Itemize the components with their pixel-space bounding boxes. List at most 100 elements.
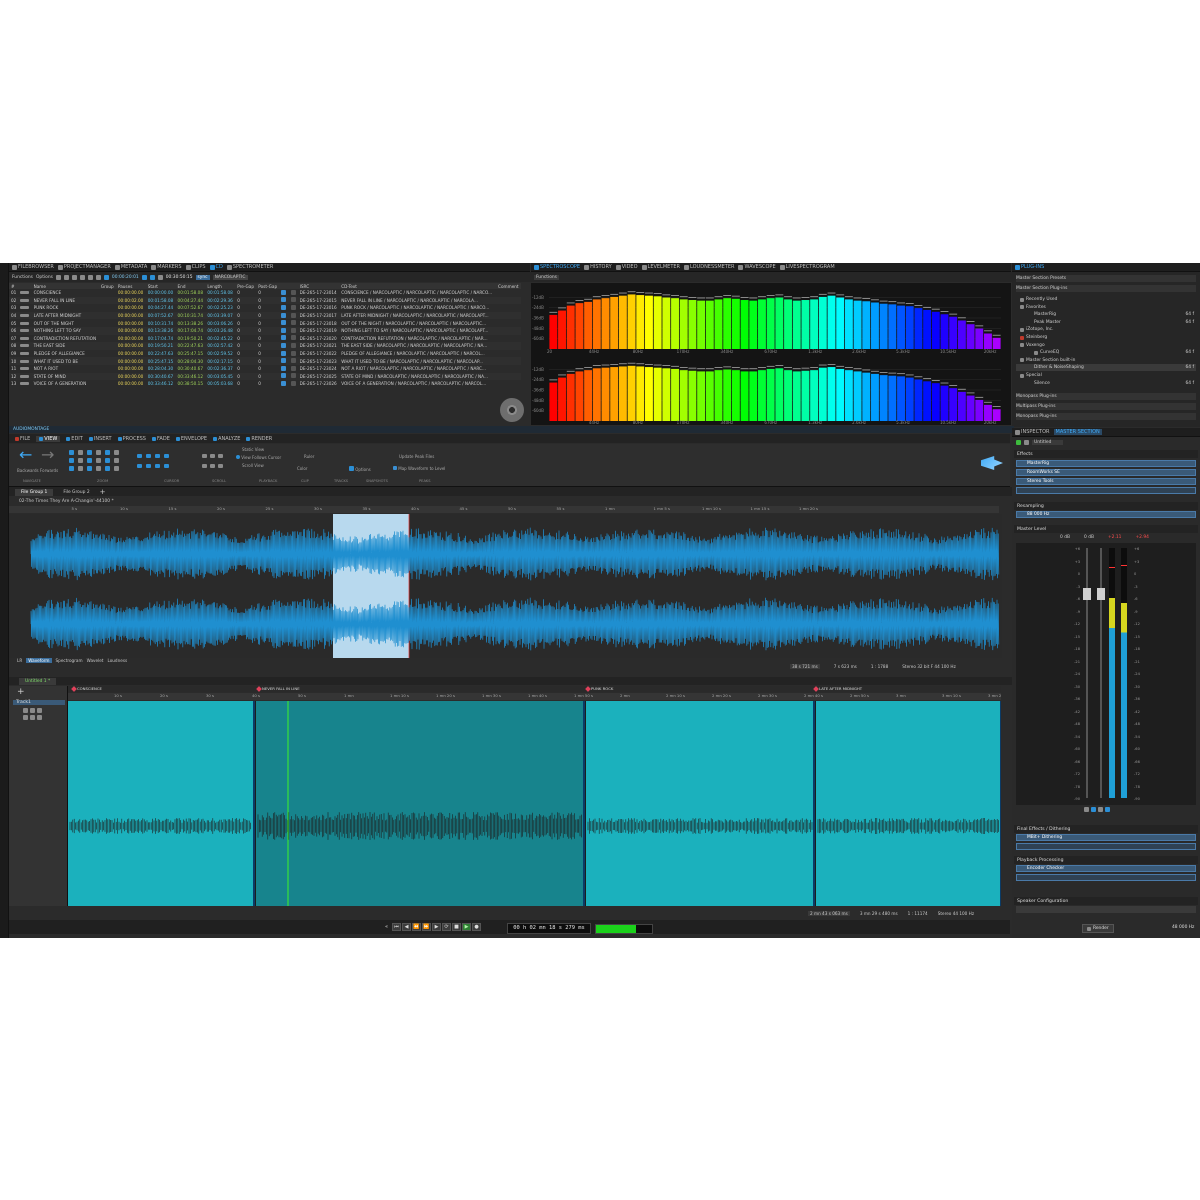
solo-icon[interactable] xyxy=(30,708,35,713)
track-name[interactable]: THE EAST SIDE xyxy=(31,342,99,350)
prev-marker-icon[interactable]: ◀ xyxy=(402,923,411,931)
cd-track-marker[interactable]: PUNK ROCK xyxy=(585,685,613,692)
loop-icon[interactable] xyxy=(157,274,163,280)
gain-right[interactable]: 0 dB xyxy=(1084,535,1094,540)
plugin-tree-item[interactable]: Peak Master 64 f xyxy=(1016,319,1196,326)
copy-protect-icon[interactable] xyxy=(290,297,296,303)
scroll-view-option[interactable]: Scroll View xyxy=(242,463,264,468)
plugin-tree-item[interactable]: Voxengo xyxy=(1016,342,1196,349)
stop-icon[interactable]: ■ xyxy=(452,923,461,931)
cursor-next-icon[interactable] xyxy=(155,454,160,458)
sync-badge[interactable]: sync xyxy=(195,274,210,280)
cd-track-row[interactable]: 01 CONSCIENCE 00:00:00.00 00:00:00.00 00:01:… xyxy=(9,289,521,297)
track-name[interactable]: NOT A RIOT xyxy=(32,365,99,373)
link-icon[interactable] xyxy=(1084,807,1089,812)
play-icon[interactable] xyxy=(103,274,109,280)
ribbon-tab-render[interactable]: RENDER xyxy=(246,436,272,442)
track-name[interactable]: STATE OF MIND xyxy=(31,372,99,381)
tab-levelmeter[interactable]: LEVELMETER xyxy=(641,264,680,270)
go-start-icon[interactable]: ⏮ xyxy=(392,923,401,931)
zoom-sel-icon[interactable] xyxy=(114,458,119,463)
master-section-presets[interactable]: Master Section Presets xyxy=(1016,275,1196,282)
multipass-plugins[interactable]: Multipass Plug-ins xyxy=(1016,403,1196,410)
wave-file-title[interactable]: 02-The Times They Are A-Changin'-44100 * xyxy=(19,499,114,504)
render-button[interactable]: Render xyxy=(1082,924,1114,933)
play-icon[interactable]: ▶ xyxy=(462,923,471,931)
functions-menu[interactable]: Functions xyxy=(12,275,33,280)
options-menu[interactable]: Options xyxy=(36,275,53,280)
cd-track-row[interactable]: 11 NOT A RIOT 00:00:00.00 00:28:04.30 00:30:… xyxy=(9,365,521,373)
zoom-sel-icon[interactable] xyxy=(114,450,119,455)
fast-forward-icon[interactable]: ⏩ xyxy=(422,923,431,931)
copy-protect-icon[interactable] xyxy=(290,380,296,386)
ribbon-tab-fade[interactable]: FADE xyxy=(152,436,170,442)
cursor-next-icon[interactable] xyxy=(155,464,160,468)
checkbox-icon[interactable] xyxy=(281,320,287,326)
zoom-out-icon[interactable] xyxy=(78,450,83,455)
effect-slot-3[interactable]: Stereo Tools xyxy=(1016,478,1196,485)
channel-lr[interactable]: LR xyxy=(17,658,22,663)
transport-time-display[interactable]: 00 h 02 mn 18 s 279 ms xyxy=(507,923,591,934)
track-name[interactable]: WHAT IT USED TO BE xyxy=(31,357,99,365)
copy-protect-icon[interactable] xyxy=(290,358,296,364)
copy-protect-icon[interactable] xyxy=(290,327,296,333)
zoom-in-icon[interactable] xyxy=(69,450,74,455)
zoom-in-icon[interactable] xyxy=(69,466,74,471)
drop-icon[interactable] xyxy=(1105,807,1110,812)
mono-icon[interactable] xyxy=(1091,807,1096,812)
cursor-start-icon[interactable] xyxy=(137,464,142,468)
static-view-option[interactable]: Static View xyxy=(242,447,264,452)
copy-protect-icon[interactable] xyxy=(290,365,296,371)
plugin-tree-item[interactable]: Silence 64 f xyxy=(1016,380,1196,387)
ribbon-tab-view[interactable]: VIEW xyxy=(36,435,61,442)
prev-icon[interactable] xyxy=(141,274,147,280)
scroll-icon[interactable] xyxy=(210,454,215,458)
column-header[interactable]: Group xyxy=(98,283,116,289)
track-name[interactable]: OUT OF THE NIGHT xyxy=(32,319,99,327)
cd-track-row[interactable]: 13 VOICE OF A GENERATION 00:00:00.00 00:33:… xyxy=(9,380,521,388)
tab-plugins[interactable]: PLUG-INS xyxy=(1015,264,1044,270)
cd-add-icon[interactable] xyxy=(55,274,61,280)
zoom-h-icon[interactable] xyxy=(96,450,101,455)
add-group-icon[interactable]: + xyxy=(100,488,106,496)
checkbox-icon[interactable] xyxy=(281,373,287,379)
zoom-in-icon[interactable] xyxy=(69,458,74,463)
cd-track-row[interactable]: 07 CONTRADICTION REFUTATION 00:00:00.00 00:… xyxy=(9,335,521,343)
tab-master-section[interactable]: MASTER SECTION xyxy=(1053,429,1102,435)
tab-wavescope[interactable]: WAVESCOPE xyxy=(738,264,776,270)
zoom-fit-icon[interactable] xyxy=(87,466,92,471)
zoom-h-icon[interactable] xyxy=(96,466,101,471)
ribbon-tab-analyze[interactable]: ANALYZE xyxy=(213,436,240,442)
album-label[interactable]: NARCOLAPTIC xyxy=(212,274,248,280)
tab-cd[interactable]: CD xyxy=(209,264,223,270)
cd-track-row[interactable]: 02 NEVER FALL IN LINE 00:00:02.00 00:01:58.… xyxy=(9,296,521,305)
record-icon[interactable]: ● xyxy=(472,923,481,931)
checkbox-icon[interactable] xyxy=(281,327,287,333)
copy-protect-icon[interactable] xyxy=(290,289,296,295)
cd-track-row[interactable]: 05 OUT OF THE NIGHT 00:00:00.00 00:10:31.74… xyxy=(9,319,521,327)
cursor-prev-icon[interactable] xyxy=(146,454,151,458)
checkbox-icon[interactable] xyxy=(281,342,287,348)
mute-icon[interactable] xyxy=(23,708,28,713)
ribbon-tab-insert[interactable]: INSERT xyxy=(88,436,112,442)
copy-protect-icon[interactable] xyxy=(290,312,296,318)
stereo-waveform[interactable] xyxy=(9,514,1002,658)
ribbon-tab-edit[interactable]: EDIT xyxy=(66,436,83,442)
checkbox-icon[interactable] xyxy=(281,335,287,341)
encoder-checker-slot[interactable]: Encoder Checker xyxy=(1016,865,1196,872)
zoom-fit-icon[interactable] xyxy=(87,450,92,455)
gain-left[interactable]: 0 dB xyxy=(1060,535,1070,540)
audio-clip[interactable] xyxy=(68,701,254,906)
tab-clips[interactable]: CLIPS xyxy=(185,264,206,270)
audio-clip[interactable] xyxy=(256,701,584,906)
file-group-2-tab[interactable]: File Group 2 xyxy=(57,489,95,496)
check-icon[interactable] xyxy=(71,274,77,280)
column-header[interactable]: Post-Gap xyxy=(256,283,280,289)
checkbox-icon[interactable] xyxy=(281,380,287,386)
plugin-tree-item[interactable]: Recently Used xyxy=(1016,296,1196,303)
backwards-label[interactable]: Backwards xyxy=(17,468,39,473)
track-name[interactable]: NOTHING LEFT TO SAY xyxy=(31,326,99,335)
copy-protect-icon[interactable] xyxy=(290,335,296,341)
scroll-icon[interactable] xyxy=(218,454,223,458)
tag-icon[interactable] xyxy=(87,274,93,280)
